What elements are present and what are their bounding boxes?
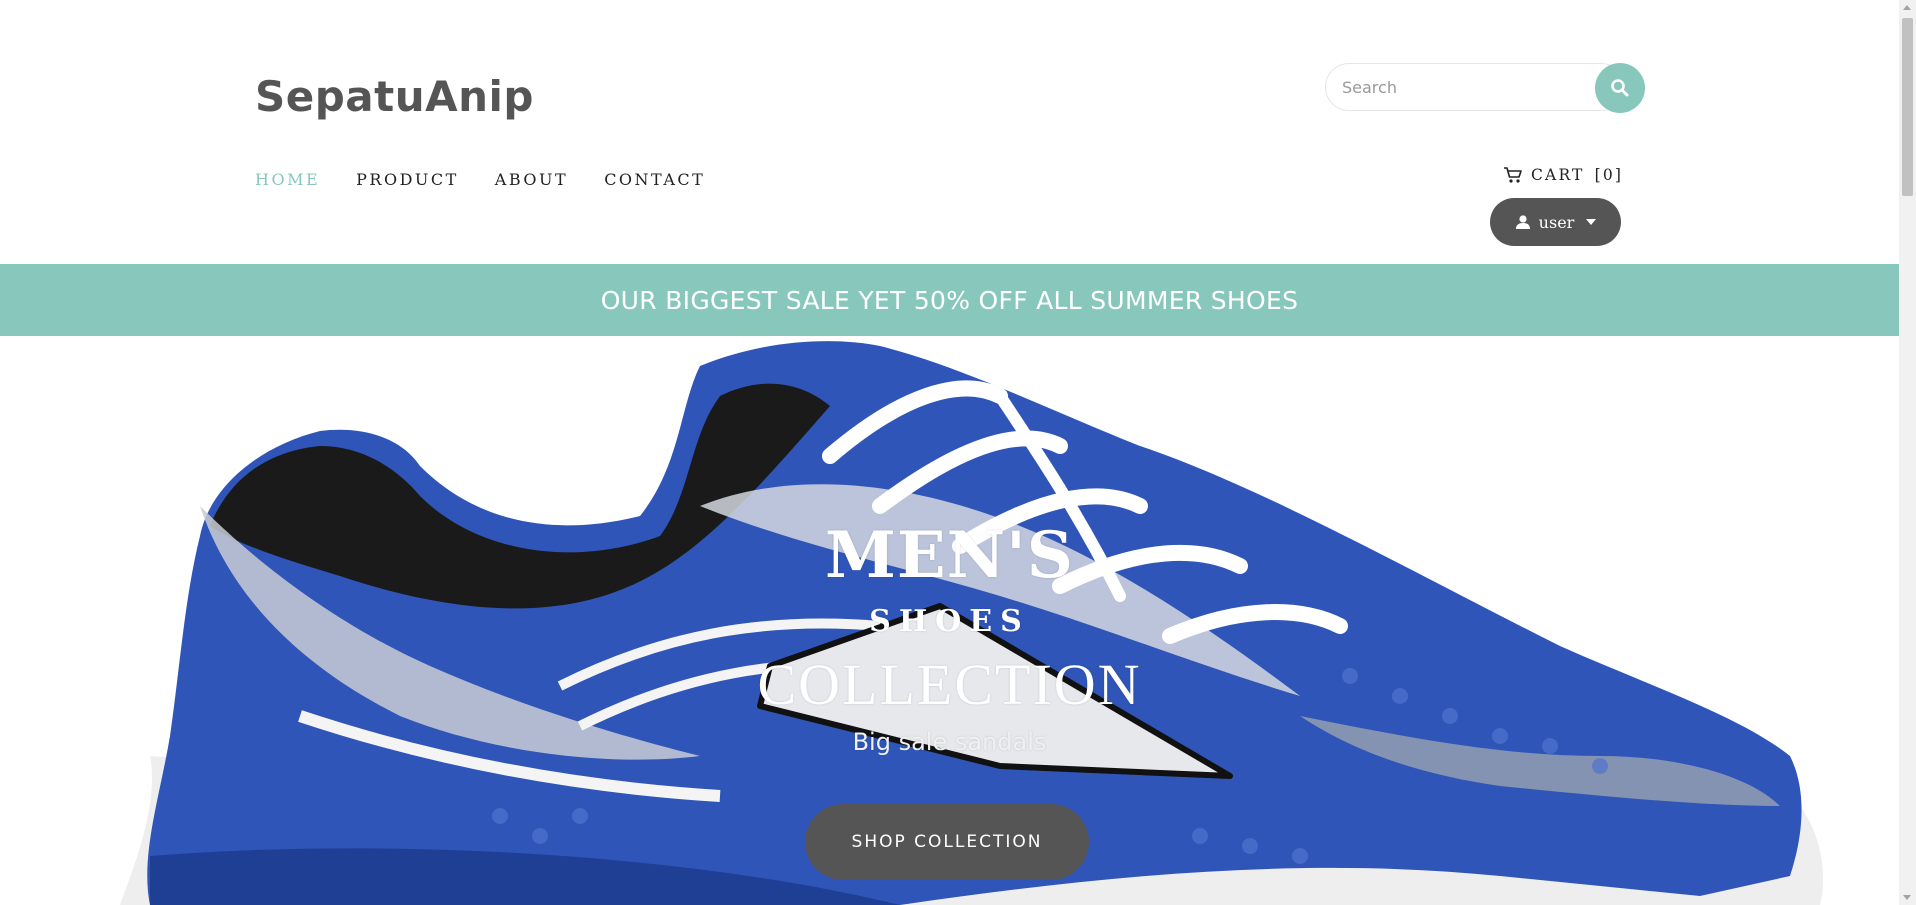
scroll-up-icon[interactable] [1903, 5, 1911, 10]
cart-count: [0] [1594, 166, 1624, 184]
main-nav: HOME PRODUCT ABOUT CONTACT [255, 170, 741, 189]
search-icon [1611, 79, 1629, 97]
promo-text: OUR BIGGEST SALE YET 50% OFF ALL SUMMER … [600, 285, 1299, 315]
scroll-down-icon[interactable] [1903, 895, 1911, 900]
nav-home[interactable]: HOME [255, 170, 320, 189]
cart-icon [1504, 167, 1522, 183]
hero-slider: MEN'S SHOES COLLECTION Big sale sandals … [0, 336, 1899, 905]
brand-logo[interactable]: SepatuAnip [255, 72, 534, 121]
nav-about[interactable]: ABOUT [495, 170, 568, 189]
hero-title: MEN'S [825, 518, 1074, 593]
user-menu-label: user [1538, 212, 1575, 232]
user-menu-button[interactable]: user [1490, 198, 1621, 246]
cart-label: CART [1531, 166, 1585, 184]
search-button[interactable] [1595, 63, 1645, 113]
hero-subtitle: SHOES [869, 604, 1030, 639]
cart-link[interactable]: CART [0] [1503, 166, 1623, 184]
promo-banner: OUR BIGGEST SALE YET 50% OFF ALL SUMMER … [0, 264, 1899, 336]
hero-tagline: Big sale sandals [852, 728, 1047, 756]
nav-contact[interactable]: CONTACT [604, 170, 705, 189]
shop-collection-button[interactable]: SHOP COLLECTION [805, 804, 1089, 880]
scroll-thumb[interactable] [1902, 18, 1913, 196]
search-form [1325, 63, 1645, 113]
nav-product[interactable]: PRODUCT [356, 170, 459, 189]
caret-down-icon [1586, 219, 1597, 225]
vertical-scrollbar[interactable] [1899, 0, 1916, 905]
hero-heading: COLLECTION [757, 652, 1142, 717]
search-input[interactable] [1325, 63, 1625, 111]
page: SepatuAnip HOME PRODUCT ABOUT CONTACT CA… [0, 0, 1899, 905]
user-icon [1515, 215, 1530, 229]
